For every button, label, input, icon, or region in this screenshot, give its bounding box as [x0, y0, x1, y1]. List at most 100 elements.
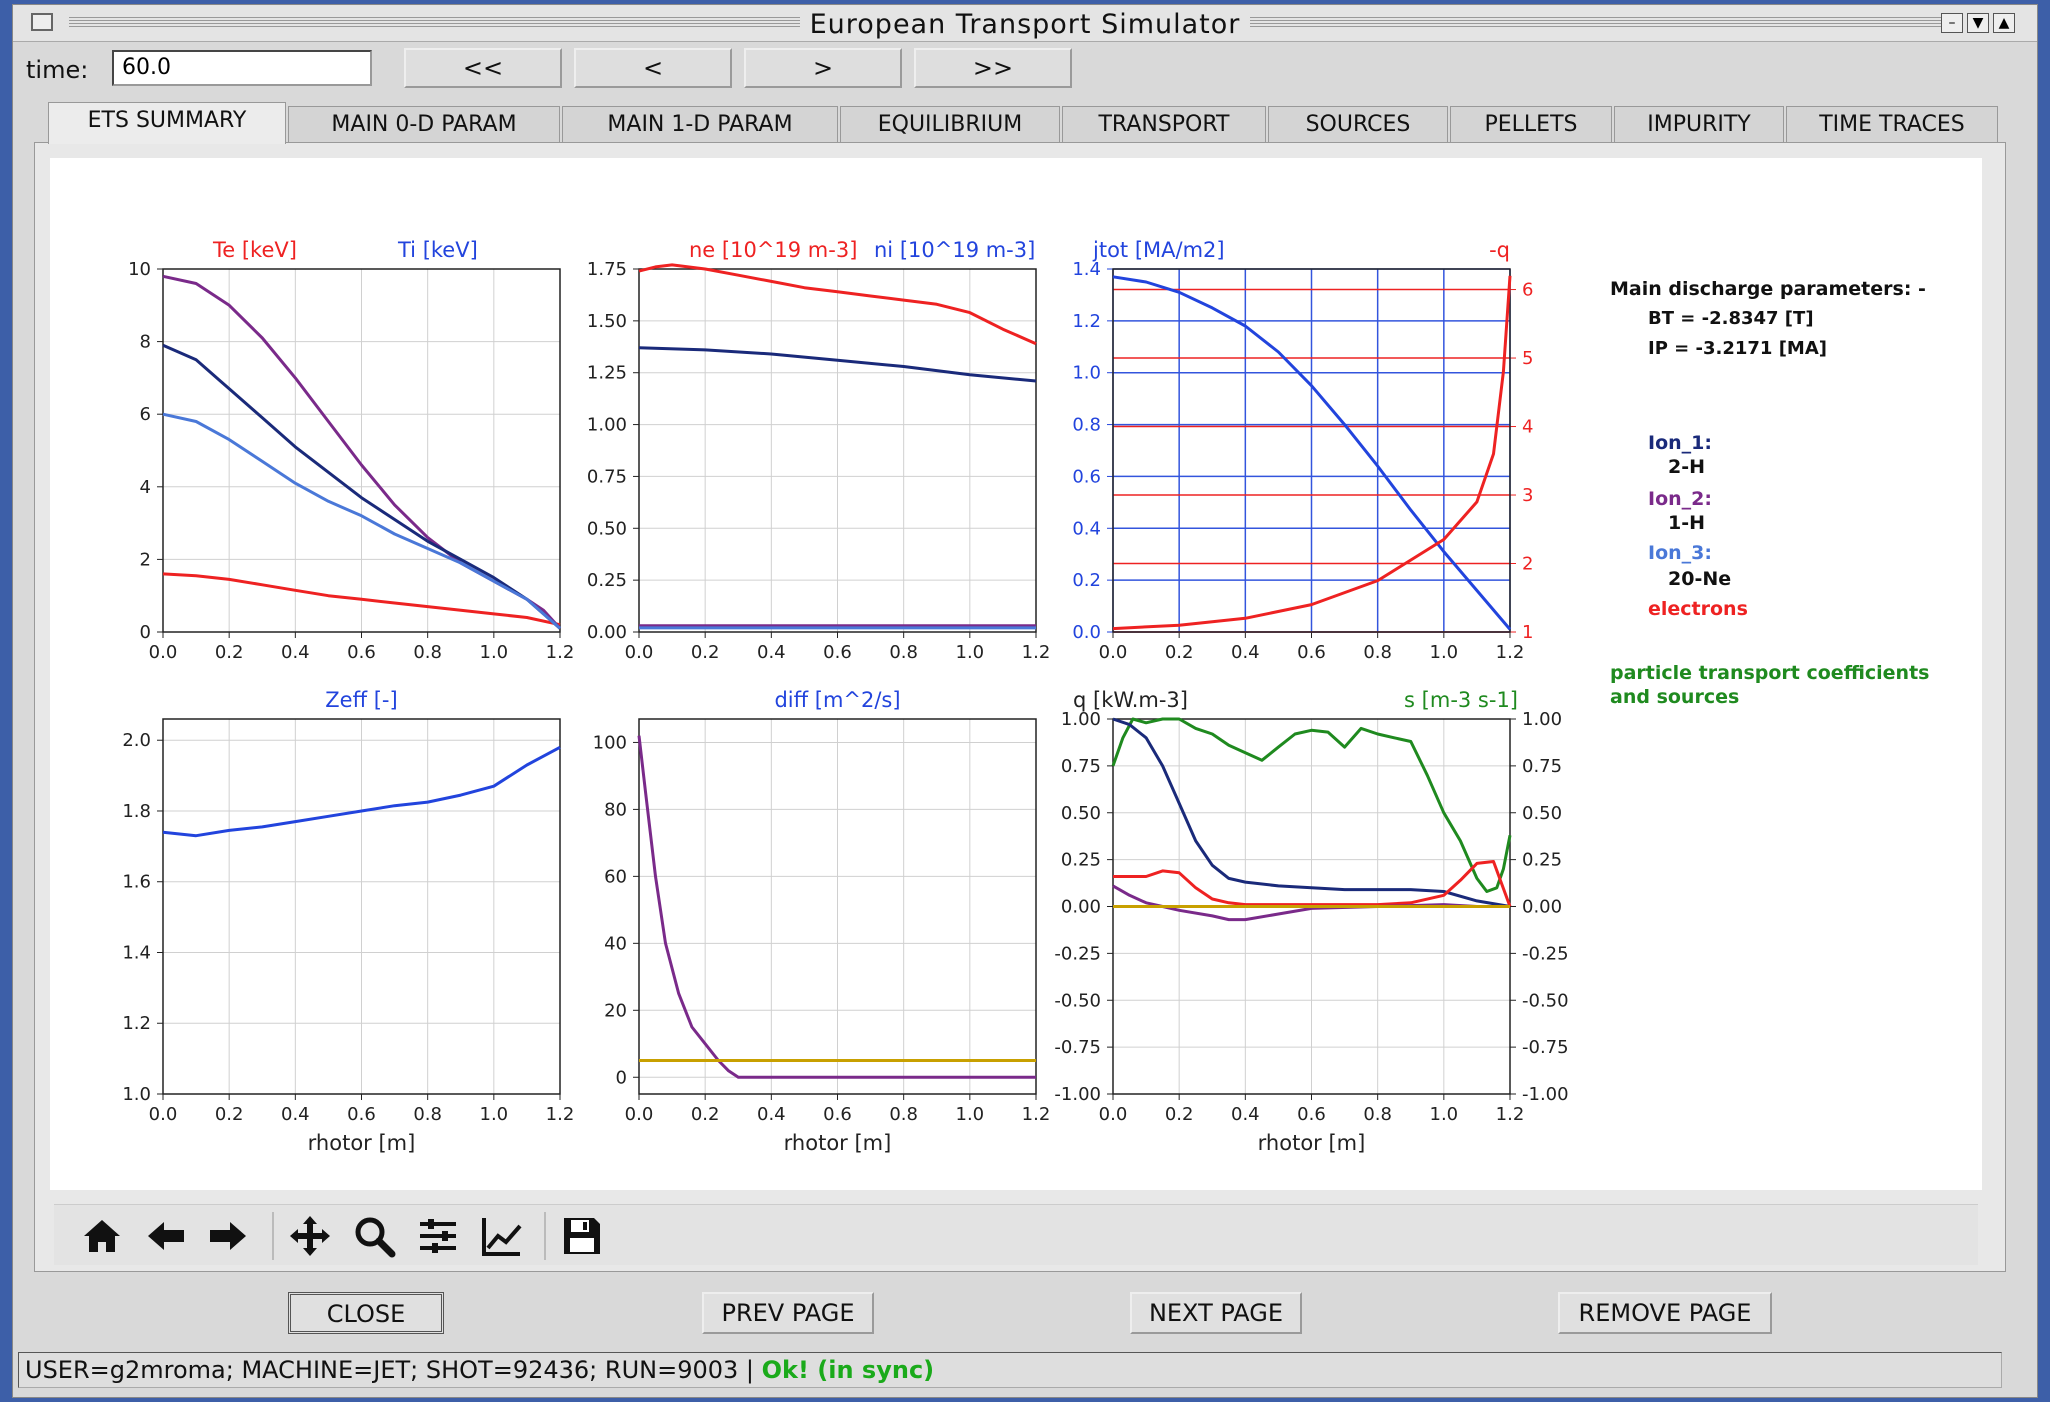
x-tick-label: 0.2: [215, 1104, 244, 1125]
pan-icon[interactable]: [288, 1214, 332, 1258]
y-tick-label: -0.75: [1054, 1037, 1101, 1058]
toolbar-separator: [544, 1212, 546, 1260]
x-tick-label: 1.0: [1430, 1104, 1459, 1125]
y2-tick-label: 4: [1522, 417, 1533, 438]
y-tick-label: 2.0: [122, 730, 151, 751]
y-tick-label: -0.50: [1054, 990, 1101, 1011]
tab-ets-summary[interactable]: ETS SUMMARY: [48, 102, 286, 144]
discharge-params-title: Main discharge parameters: -: [1610, 278, 1926, 300]
tab-impurity[interactable]: IMPURITY: [1614, 106, 1784, 142]
back-arrow-icon[interactable]: [144, 1214, 188, 1258]
tab-pellets[interactable]: PELLETS: [1450, 106, 1612, 142]
x-tick-label: 1.2: [1022, 642, 1051, 663]
prev-page-button[interactable]: PREV PAGE: [702, 1292, 874, 1334]
x-tick-label: 0.6: [1297, 1104, 1326, 1125]
close-button[interactable]: CLOSE: [288, 1292, 444, 1334]
ion2-label: Ion_2:: [1648, 488, 1712, 510]
tab-main-0d-param[interactable]: MAIN 0-D PARAM: [288, 106, 560, 142]
y-tick-label: -1.00: [1054, 1084, 1101, 1105]
y-tick-label: 1.8: [122, 801, 151, 822]
status-text: USER=g2mroma; MACHINE=JET; SHOT=92436; R…: [25, 1356, 762, 1384]
chart-title-left: jtot [MA/m2]: [1092, 238, 1225, 262]
x-tick-label: 1.2: [546, 642, 575, 663]
ion3-value: 20-Ne: [1668, 568, 1732, 590]
y-tick-label: 0.50: [1061, 803, 1101, 824]
y-tick-label: 1.2: [1072, 311, 1101, 332]
x-tick-label: 0.0: [149, 1104, 178, 1125]
y2-tick-label: 1.00: [1522, 709, 1562, 730]
minimize-icon[interactable]: –: [1941, 13, 1963, 33]
remove-page-button[interactable]: REMOVE PAGE: [1558, 1292, 1772, 1334]
home-icon[interactable]: [80, 1214, 124, 1258]
x-tick-label: 0.6: [347, 642, 376, 663]
next-step-button[interactable]: >: [744, 48, 902, 88]
y-tick-label: 1.25: [587, 363, 627, 384]
y-tick-label: 1.0: [1072, 363, 1101, 384]
y-tick-label: 4: [140, 477, 151, 498]
next-page-button[interactable]: NEXT PAGE: [1130, 1292, 1302, 1334]
tab-transport[interactable]: TRANSPORT: [1062, 106, 1266, 142]
y-tick-label: 0.25: [587, 570, 627, 591]
x-tick-label: 0.8: [413, 642, 442, 663]
y-tick-label: 100: [593, 732, 627, 753]
maximize-icon[interactable]: ▲: [1993, 13, 2015, 33]
y-tick-label: 1.0: [122, 1084, 151, 1105]
x-tick-label: 0.4: [1231, 1104, 1260, 1125]
x-tick-label: 0.2: [1165, 642, 1194, 663]
y2-tick-label: 3: [1522, 485, 1533, 506]
tab-time-traces[interactable]: TIME TRACES: [1786, 106, 1998, 142]
first-step-button[interactable]: <<: [404, 48, 562, 88]
chart-title-right: s [m-3 s-1]: [1404, 688, 1518, 712]
y-tick-label: 40: [604, 933, 627, 954]
shade-icon[interactable]: ▼: [1967, 13, 1989, 33]
y-tick-label: 1.50: [587, 311, 627, 332]
y-tick-label: 60: [604, 866, 627, 887]
time-input[interactable]: 60.0: [112, 50, 372, 86]
y-tick-label: 0: [616, 1067, 627, 1088]
forward-arrow-icon[interactable]: [206, 1214, 250, 1258]
x-tick-label: 0.0: [625, 642, 654, 663]
save-icon[interactable]: [560, 1214, 604, 1258]
x-axis-label: rhotor [m]: [308, 1131, 416, 1155]
edit-curves-icon[interactable]: [480, 1214, 524, 1258]
x-tick-label: 1.0: [956, 1104, 985, 1125]
chart-title-right: diff [m^2/s]: [774, 688, 900, 712]
x-tick-label: 0.6: [1297, 642, 1326, 663]
x-tick-label: 0.4: [1231, 642, 1260, 663]
x-tick-label: 0.0: [1099, 1104, 1128, 1125]
y-tick-label: 1.6: [122, 872, 151, 893]
y2-tick-label: 0.50: [1522, 803, 1562, 824]
x-tick-label: 0.8: [889, 642, 918, 663]
chart-title-left: q [kW.m-3]: [1073, 688, 1188, 712]
sync-status: Ok! (in sync): [761, 1356, 935, 1384]
tab-equilibrium[interactable]: EQUILIBRIUM: [840, 106, 1060, 142]
x-tick-label: 0.2: [691, 1104, 720, 1125]
x-tick-label: 1.2: [546, 1104, 575, 1125]
y-tick-label: 6: [140, 404, 151, 425]
x-tick-label: 0.6: [823, 1104, 852, 1125]
time-label: time:: [26, 56, 89, 84]
y2-tick-label: 0.00: [1522, 897, 1562, 918]
subplots-config-icon[interactable]: [416, 1214, 460, 1258]
plot-toolbar: [54, 1204, 1978, 1265]
y-tick-label: 0.00: [587, 622, 627, 643]
y-tick-label: 1.00: [587, 415, 627, 436]
y-tick-label: 0.4: [1072, 518, 1101, 539]
prev-step-button[interactable]: <: [574, 48, 732, 88]
y2-tick-label: 0.25: [1522, 850, 1562, 871]
x-tick-label: 0.8: [1363, 642, 1392, 663]
y-tick-label: 1.00: [1061, 709, 1101, 730]
transport-note-line2: and sources: [1610, 686, 1740, 708]
tab-main-1d-param[interactable]: MAIN 1-D PARAM: [562, 106, 838, 142]
last-step-button[interactable]: >>: [914, 48, 1072, 88]
window-title: European Transport Simulator: [13, 9, 2037, 40]
y-tick-label: -0.25: [1054, 943, 1101, 964]
tab-sources[interactable]: SOURCES: [1268, 106, 1448, 142]
x-tick-label: 0.0: [625, 1104, 654, 1125]
x-tick-label: 1.0: [480, 642, 509, 663]
y2-tick-label: 2: [1522, 554, 1533, 575]
y2-tick-label: -0.50: [1522, 990, 1569, 1011]
zoom-icon[interactable]: [352, 1214, 396, 1258]
y2-tick-label: 5: [1522, 348, 1533, 369]
ion3-label: Ion_3:: [1648, 542, 1712, 564]
